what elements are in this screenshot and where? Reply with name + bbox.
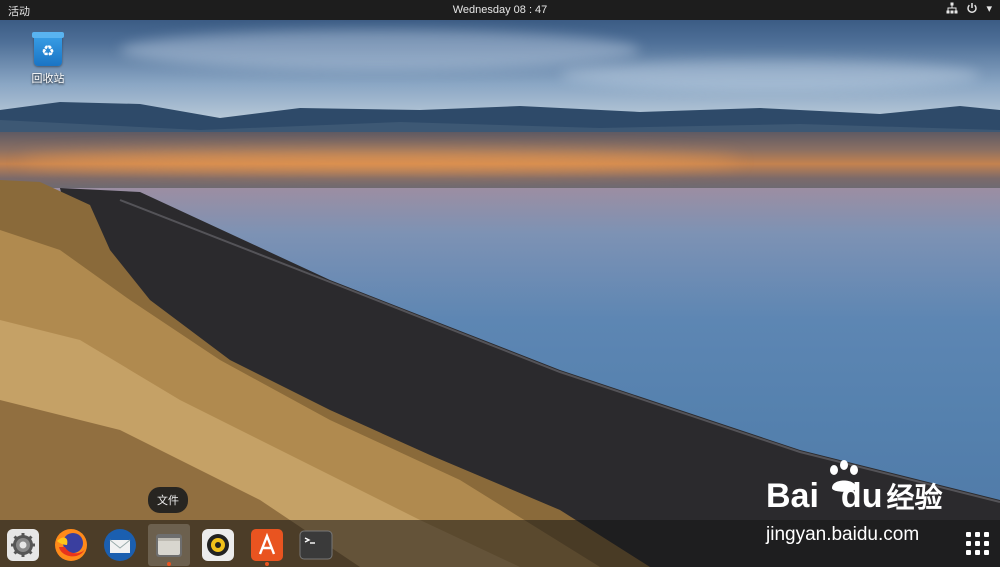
power-icon[interactable] [966, 2, 978, 16]
terminal-icon [299, 530, 333, 560]
baidu-watermark: Bai du 经验 jingyan.baidu.com [764, 458, 984, 548]
dock-item-terminal[interactable] [295, 524, 337, 566]
dock-tooltip: 文件 [148, 487, 188, 513]
watermark-brand: Bai du 经验 [766, 477, 943, 515]
recycle-bin-icon: ♻ [32, 32, 64, 66]
running-indicator [167, 562, 171, 566]
system-tray[interactable]: ▾ [946, 2, 992, 16]
clock[interactable]: Wednesday 08 : 47 [0, 4, 1000, 16]
mail-icon [104, 529, 136, 561]
dock-item-files[interactable] [148, 524, 190, 566]
music-icon [202, 529, 234, 561]
desktop-trash-label: 回收站 [31, 73, 65, 85]
gear-icon [7, 529, 39, 561]
firefox-icon [55, 529, 87, 561]
dock-item-firefox[interactable] [50, 524, 92, 566]
dock-item-thunderbird[interactable] [99, 524, 141, 566]
watermark-url: jingyan.baidu.com [766, 524, 920, 545]
folder-icon [156, 534, 182, 557]
dock-item-software[interactable] [246, 524, 288, 566]
running-indicator [265, 562, 269, 566]
network-icon[interactable] [946, 2, 958, 16]
software-center-icon [251, 529, 283, 561]
desktop-trash[interactable]: ♻ 回收站 [24, 32, 72, 86]
dock-item-settings[interactable] [2, 524, 44, 566]
top-bar: 活动 Wednesday 08 : 47 ▾ [0, 0, 1000, 20]
chevron-down-icon[interactable]: ▾ [986, 2, 992, 16]
dock-item-rhythmbox[interactable] [197, 524, 239, 566]
